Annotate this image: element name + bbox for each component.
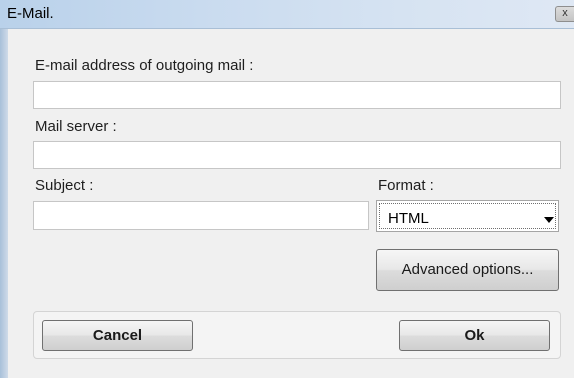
cancel-button[interactable]: Cancel <box>42 320 193 351</box>
subject-input[interactable] <box>33 201 369 230</box>
email-address-label: E-mail address of outgoing mail : <box>35 57 254 74</box>
close-button[interactable]: x <box>555 6 574 22</box>
email-dialog: E-Mail. x E-mail address of outgoing mai… <box>0 0 574 378</box>
advanced-options-button[interactable]: Advanced options... <box>376 249 559 291</box>
subject-label: Subject : <box>35 177 94 194</box>
title-bar[interactable]: E-Mail. x <box>0 0 574 29</box>
window-title: E-Mail. <box>7 5 54 22</box>
mail-server-label: Mail server : <box>35 118 117 135</box>
mail-server-input[interactable] <box>33 141 561 169</box>
format-select-value: HTML <box>388 210 429 227</box>
format-label: Format : <box>378 177 434 194</box>
format-select-focus-ring: HTML <box>379 203 556 229</box>
window-frame-left <box>0 29 8 378</box>
email-address-input[interactable] <box>33 81 561 109</box>
chevron-down-icon[interactable] <box>544 217 554 223</box>
ok-button[interactable]: Ok <box>399 320 550 351</box>
close-icon: x <box>562 7 568 19</box>
format-select[interactable]: HTML <box>376 200 559 232</box>
